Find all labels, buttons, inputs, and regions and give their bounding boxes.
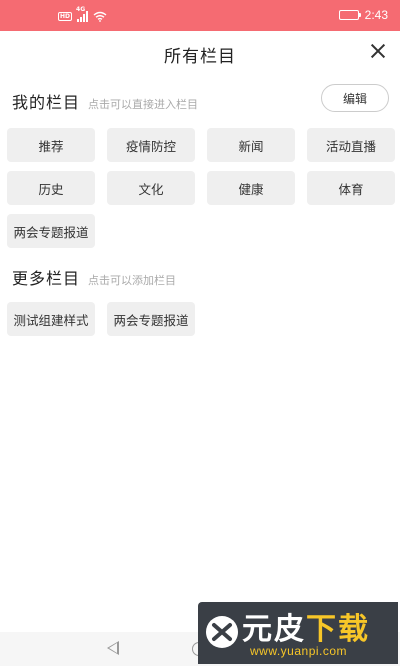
network-type: 4G bbox=[76, 5, 86, 13]
watermark-logo: 元皮下载 www.yuanpi.com bbox=[198, 602, 398, 664]
signal-icon: 4G bbox=[76, 6, 89, 22]
hd-badge: HD bbox=[58, 11, 73, 21]
my-channels-header: 我的栏目 点击可以直接进入栏目 bbox=[12, 89, 198, 113]
channel-chip[interactable]: 文化 bbox=[107, 171, 195, 205]
close-icon[interactable] bbox=[370, 43, 386, 59]
watermark-title-part-2: 下载 bbox=[306, 612, 370, 647]
clock: 2:43 bbox=[364, 8, 388, 22]
watermark-url: www.yuanpi.com bbox=[250, 644, 348, 658]
more-channels-header: 更多栏目 点击可以添加栏目 bbox=[12, 265, 176, 289]
battery-icon bbox=[338, 10, 361, 20]
more-channel-chip[interactable]: 测试组建样式 bbox=[7, 302, 95, 336]
watermark-title: 元皮下载 bbox=[242, 604, 370, 648]
channel-chip[interactable]: 两会专题报道 bbox=[7, 214, 95, 248]
more-channel-chip[interactable]: 两会专题报道 bbox=[107, 302, 195, 336]
channel-chip[interactable]: 疫情防控 bbox=[107, 128, 195, 162]
channel-chip[interactable]: 历史 bbox=[7, 171, 95, 205]
my-channels-hint: 点击可以直接进入栏目 bbox=[88, 98, 199, 111]
status-left: HD 4G bbox=[58, 6, 107, 22]
channel-chip[interactable]: 体育 bbox=[307, 171, 395, 205]
header: 所有栏目 bbox=[0, 31, 400, 73]
edit-button[interactable]: 编辑 bbox=[321, 84, 389, 112]
wifi-icon bbox=[93, 11, 107, 22]
channel-chip[interactable]: 推荐 bbox=[7, 128, 95, 162]
channel-chip[interactable]: 新闻 bbox=[207, 128, 295, 162]
page-title: 所有栏目 bbox=[164, 47, 236, 67]
my-channels-title: 我的栏目 bbox=[12, 93, 81, 112]
watermark-title-part-1: 元皮 bbox=[242, 612, 306, 647]
watermark-icon bbox=[206, 616, 238, 648]
channel-chip[interactable]: 活动直播 bbox=[307, 128, 395, 162]
triangle-back-icon[interactable] bbox=[107, 641, 119, 655]
channel-chip[interactable]: 健康 bbox=[207, 171, 295, 205]
status-right: 2:43 bbox=[338, 8, 388, 22]
more-channels-title: 更多栏目 bbox=[12, 269, 81, 288]
more-channels-hint: 点击可以添加栏目 bbox=[88, 274, 177, 287]
status-bar: HD 4G 2:43 bbox=[0, 0, 400, 31]
